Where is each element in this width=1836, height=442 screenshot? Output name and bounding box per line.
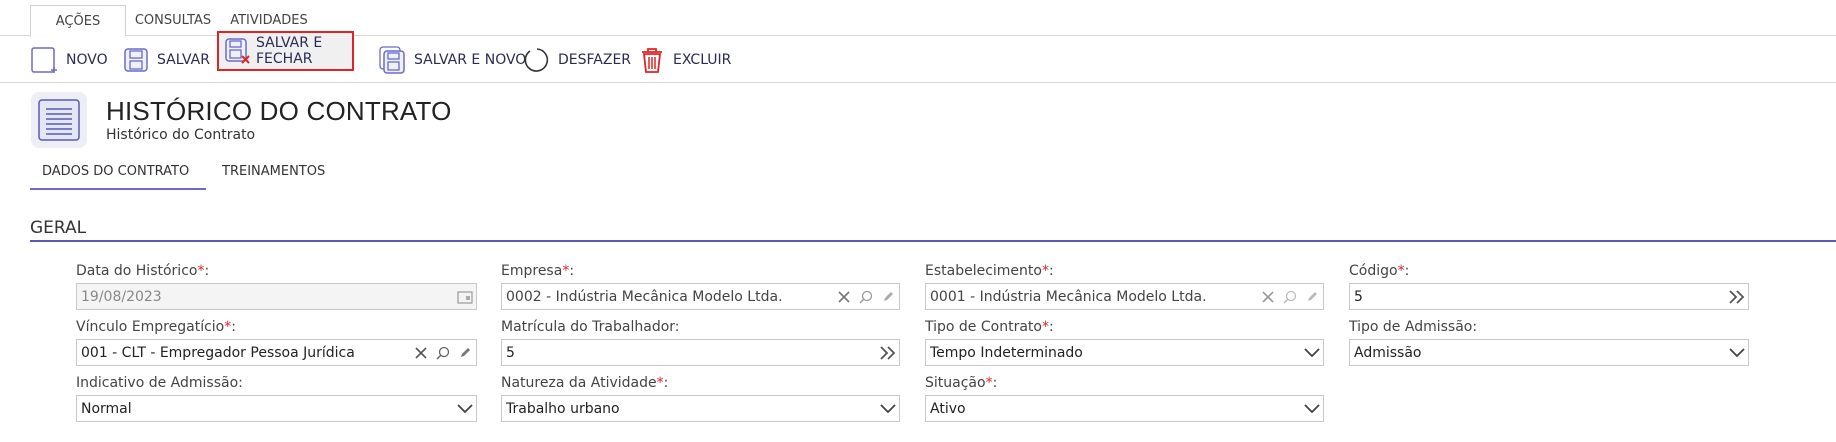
tipo-admissao-label: Tipo de Admissão: [1349,319,1478,335]
page-subtitle: Histórico do Contrato [106,127,256,143]
undo-icon [522,45,552,75]
search-icon[interactable] [1279,284,1301,309]
natureza-atividade-label: Natureza da Atividade*: [501,375,669,391]
search-icon[interactable] [855,284,877,309]
data-historico-value: 19/08/2023 [81,288,162,305]
excluir-label: EXCLUIR [673,52,732,68]
chevron-down-icon [1726,340,1748,365]
matricula-value: 5 [506,344,515,361]
empresa-label: Empresa*: [501,263,575,279]
data-historico-label: Data do Histórico*: [76,263,210,279]
save-icon [121,45,151,75]
situacao-select[interactable]: Ativo [925,395,1324,422]
vinculo-value: 001 - CLT - Empregador Pessoa Jurídica [81,344,355,361]
indicativo-admissao-value: Normal [81,400,132,417]
natureza-atividade-select[interactable]: Trabalho urbano [501,395,900,422]
clear-icon[interactable] [833,284,855,309]
situacao-label: Situação*: [925,375,998,391]
double-chevron-right-icon[interactable] [1726,284,1748,309]
chevron-down-icon [454,396,476,421]
estabelecimento-value: 0001 - Indústria Mecânica Modelo Ltda. [930,288,1207,305]
chevron-down-icon [877,396,899,421]
salvar-button[interactable]: SALVAR [121,41,210,79]
empresa-field[interactable]: 0002 - Indústria Mecânica Modelo Ltda. [501,283,900,310]
salvar-e-fechar-label: SALVAR E FECHAR [256,35,323,67]
novo-button[interactable]: NOVO [30,41,108,79]
action-toolbar: NOVO SALVAR SALVAR E FECHAR SALVAR E NOV… [0,31,1836,83]
new-document-icon [30,45,60,75]
section-divider [30,240,1836,242]
indicativo-admissao-select[interactable]: Normal [76,395,477,422]
situacao-value: Ativo [930,400,966,417]
trash-icon [637,45,667,75]
clear-icon[interactable] [410,340,432,365]
natureza-atividade-value: Trabalho urbano [506,400,620,417]
tipo-contrato-value: Tempo Indeterminado [930,344,1083,361]
novo-label: NOVO [66,52,108,68]
codigo-field[interactable]: 5 [1349,283,1749,310]
clear-icon[interactable] [1257,284,1279,309]
double-chevron-right-icon[interactable] [877,340,899,365]
save-close-icon [223,36,253,66]
matricula-field[interactable]: 5 [501,339,900,366]
empresa-value: 0002 - Indústria Mecânica Modelo Ltda. [506,288,783,305]
search-icon[interactable] [432,340,454,365]
desfazer-label: DESFAZER [558,52,632,68]
tab-acoes[interactable]: AÇÕES [30,5,126,37]
tab-treinamentos[interactable]: TREINAMENTOS [222,164,325,190]
salvar-e-novo-button[interactable]: SALVAR E NOVO [378,41,526,79]
indicativo-admissao-label: Indicativo de Admissão: [76,375,243,391]
salvar-e-fechar-button[interactable]: SALVAR E FECHAR [217,31,354,71]
salvar-label: SALVAR [157,52,210,68]
codigo-label: Código*: [1349,263,1410,279]
excluir-button[interactable]: EXCLUIR [637,41,731,79]
tipo-contrato-label: Tipo de Contrato*: [925,319,1054,335]
vinculo-field[interactable]: 001 - CLT - Empregador Pessoa Jurídica [76,339,477,366]
tipo-contrato-select[interactable]: Tempo Indeterminado [925,339,1324,366]
tipo-admissao-value: Admissão [1354,344,1422,361]
data-historico-field: 19/08/2023 [76,283,477,310]
save-new-icon [378,45,408,75]
estabelecimento-label: Estabelecimento*: [925,263,1054,279]
codigo-value: 5 [1354,288,1363,305]
section-title: GERAL [30,218,87,238]
edit-pencil-icon[interactable] [1301,284,1323,309]
matricula-label: Matrícula do Trabalhador: [501,319,680,335]
tab-consultas[interactable]: CONSULTAS [130,5,216,36]
tab-dados-do-contrato[interactable]: DADOS DO CONTRATO [30,164,206,190]
estabelecimento-field[interactable]: 0001 - Indústria Mecânica Modelo Ltda. [925,283,1324,310]
chevron-down-icon [1301,340,1323,365]
salvar-e-novo-label: SALVAR E NOVO [414,52,527,68]
vinculo-label: Vínculo Empregatício*: [76,319,236,335]
chevron-down-icon [1301,396,1323,421]
tipo-admissao-select[interactable]: Admissão [1349,339,1749,366]
edit-pencil-icon[interactable] [877,284,899,309]
page-title: HISTÓRICO DO CONTRATO [106,96,452,126]
edit-pencil-icon[interactable] [454,340,476,365]
desfazer-button[interactable]: DESFAZER [522,41,631,79]
document-list-icon [31,92,87,148]
calendar-icon [454,284,476,309]
